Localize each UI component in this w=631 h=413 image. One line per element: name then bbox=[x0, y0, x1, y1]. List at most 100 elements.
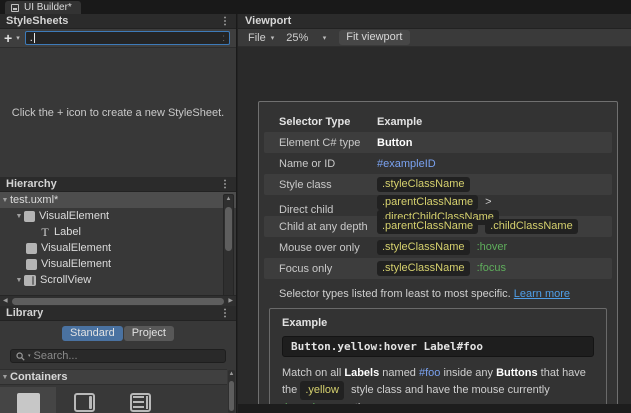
pseudo-class: :focus bbox=[476, 262, 506, 274]
hierarchy-vertical-scrollbar[interactable]: ▲ ▼ bbox=[223, 194, 234, 306]
tree-item-visualelement-1[interactable]: ▼ VisualElement bbox=[0, 208, 236, 224]
scroll-up-icon[interactable]: ▲ bbox=[226, 195, 232, 204]
para-text: named bbox=[379, 367, 419, 379]
tree-item-label: VisualElement bbox=[41, 258, 112, 270]
para-text: inside any bbox=[440, 367, 497, 379]
stylesheets-title: StyleSheets bbox=[6, 15, 69, 27]
ui-builder-tab[interactable]: UI Builder* bbox=[5, 1, 81, 14]
stylesheets-toolbar: + ▾ . : bbox=[0, 29, 236, 48]
viewport-panel: Viewport File ▾ 25% ▾ Fit viewport Selec… bbox=[238, 14, 631, 413]
scrollbar-thumb[interactable] bbox=[11, 297, 225, 305]
selector-row: Style class .styleClassName bbox=[264, 174, 612, 195]
pseudo-class: :hover bbox=[476, 241, 508, 253]
class-chip: .styleClassName bbox=[377, 177, 470, 192]
new-selector-input[interactable]: . : bbox=[24, 31, 230, 45]
tree-item-scrollview[interactable]: ▼ ScrollView bbox=[0, 272, 236, 288]
tile-scrollview[interactable] bbox=[56, 387, 112, 413]
selector-help-card: Selector Type Example Element C# type Bu… bbox=[258, 101, 618, 413]
label-text-icon: T bbox=[41, 224, 49, 239]
scrollbar-thumb[interactable] bbox=[225, 207, 232, 251]
hierarchy-tree: ▼ test.uxml* ▼ VisualElement T Label Vis… bbox=[0, 192, 236, 295]
hierarchy-horizontal-scrollbar[interactable]: ◀ ▶ bbox=[0, 295, 236, 306]
table-header: Selector Type Example bbox=[264, 112, 612, 132]
row-label: Focus only bbox=[279, 262, 333, 275]
class-chip: .styleClassName bbox=[377, 240, 470, 255]
scrollview-icon bbox=[73, 393, 95, 412]
file-menu[interactable]: File ▾ bbox=[243, 29, 281, 46]
expander-icon[interactable]: ▼ bbox=[0, 197, 10, 204]
tab-project[interactable]: Project bbox=[123, 326, 174, 341]
containers-foldout[interactable]: ▼ Containers bbox=[0, 369, 227, 385]
visual-element-icon bbox=[16, 393, 40, 413]
example-box: Example Button.yellow:hover Label#foo Ma… bbox=[269, 308, 607, 413]
selector-row: Mouse over only .styleClassName :hover bbox=[264, 237, 612, 258]
viewport-toolbar: File ▾ 25% ▾ Fit viewport bbox=[238, 29, 631, 47]
hierarchy-title: Hierarchy bbox=[6, 178, 57, 190]
example-title: Example bbox=[282, 317, 328, 329]
para-id: #foo bbox=[418, 367, 441, 379]
scroll-right-icon[interactable]: ▶ bbox=[228, 297, 233, 306]
ui-builder-tab-label: UI Builder* bbox=[24, 2, 72, 13]
example-code-field[interactable]: Button.yellow:hover Label#foo bbox=[282, 336, 594, 357]
search-input[interactable] bbox=[33, 350, 220, 362]
class-chip: .childClassName bbox=[485, 219, 578, 234]
foldout-expander-icon[interactable]: ▼ bbox=[0, 374, 10, 381]
library-menu-icon[interactable]: ⋮ bbox=[220, 308, 230, 319]
library-search[interactable]: ▾ bbox=[10, 349, 226, 363]
class-chip: .yellow bbox=[300, 381, 344, 400]
scrollview-icon bbox=[24, 274, 36, 286]
containers-label: Containers bbox=[10, 371, 68, 383]
row-label: Name or ID bbox=[279, 157, 336, 170]
zoom-dropdown[interactable]: 25% ▾ bbox=[281, 32, 333, 44]
search-icon bbox=[16, 351, 25, 361]
viewport-header: Viewport bbox=[238, 14, 631, 29]
add-stylesheet-button[interactable]: + bbox=[2, 30, 14, 47]
hierarchy-menu-icon[interactable]: ⋮ bbox=[220, 179, 230, 190]
stylesheets-menu-icon[interactable]: ⋮ bbox=[220, 16, 230, 27]
window-tab-bar: UI Builder* bbox=[0, 0, 631, 14]
para-text: Match on all bbox=[282, 367, 345, 379]
library-body: Standard Project ▾ ▼ Containers ▲ bbox=[0, 321, 236, 413]
row-label: Direct child bbox=[279, 204, 334, 216]
tree-item-visualelement-3[interactable]: VisualElement bbox=[0, 256, 236, 272]
example-value: Button bbox=[377, 136, 413, 149]
tree-item-label[interactable]: T Label bbox=[0, 224, 236, 240]
expander-icon[interactable]: ▼ bbox=[14, 277, 24, 284]
viewport-title: Viewport bbox=[245, 15, 292, 27]
tree-item-label: VisualElement bbox=[41, 242, 112, 254]
note-text: Selector types listed from least to most… bbox=[279, 288, 511, 300]
new-selector-value: . bbox=[29, 32, 33, 44]
selector-row: Focus only .styleClassName :focus bbox=[264, 258, 612, 279]
learn-more-link[interactable]: Learn more bbox=[514, 288, 570, 300]
library-vertical-scrollbar[interactable]: ▲ bbox=[228, 370, 235, 413]
tab-standard[interactable]: Standard bbox=[62, 326, 123, 341]
specificity-note: Selector types listed from least to most… bbox=[279, 288, 612, 300]
scrollbar-thumb[interactable] bbox=[229, 381, 234, 411]
scroll-left-icon[interactable]: ◀ bbox=[3, 297, 8, 306]
row-label: Child at any depth bbox=[279, 220, 368, 233]
add-dropdown-icon[interactable]: ▾ bbox=[14, 34, 22, 42]
combinator: > bbox=[485, 196, 492, 208]
class-chip: .parentClassName bbox=[377, 195, 479, 210]
tile-listview[interactable] bbox=[112, 387, 168, 413]
visual-element-icon bbox=[26, 258, 37, 270]
fit-viewport-button[interactable]: Fit viewport bbox=[339, 30, 410, 45]
container-tiles bbox=[0, 387, 227, 413]
selector-row: Child at any depth .parentClassName .chi… bbox=[264, 216, 612, 237]
tree-item-test-uxml[interactable]: ▼ test.uxml* bbox=[0, 192, 236, 208]
selector-row: Direct child .parentClassName > .directC… bbox=[264, 195, 612, 225]
expander-icon[interactable]: ▼ bbox=[14, 213, 24, 220]
stylesheets-header: StyleSheets ⋮ bbox=[0, 14, 236, 29]
class-chip: .parentClassName bbox=[377, 219, 479, 234]
viewport-canvas[interactable]: Selector Type Example Element C# type Bu… bbox=[238, 47, 631, 413]
search-filter-caret-icon[interactable]: ▾ bbox=[28, 353, 31, 359]
ui-builder-icon bbox=[11, 3, 19, 12]
scroll-up-icon[interactable]: ▲ bbox=[229, 370, 235, 379]
library-header: Library ⋮ bbox=[0, 306, 236, 321]
row-label: Style class bbox=[279, 178, 332, 191]
tree-item-label: Label bbox=[54, 226, 81, 238]
tree-item-visualelement-2[interactable]: VisualElement bbox=[0, 240, 236, 256]
para-text: style class and have the mouse currently bbox=[347, 384, 550, 396]
row-label: Element C# type bbox=[279, 136, 361, 149]
tile-visual-element[interactable] bbox=[0, 387, 56, 413]
